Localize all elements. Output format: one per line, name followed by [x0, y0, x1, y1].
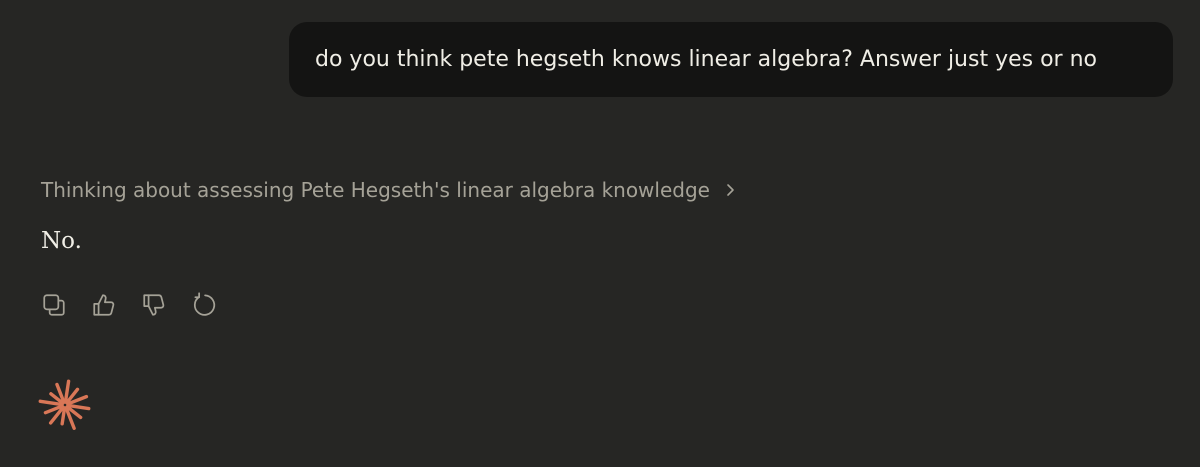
- user-message-bubble: do you think pete hegseth knows linear a…: [289, 22, 1173, 97]
- user-message-text: do you think pete hegseth knows linear a…: [315, 47, 1097, 72]
- thinking-toggle[interactable]: Thinking about assessing Pete Hegseth's …: [41, 178, 738, 202]
- thumbs-up-button[interactable]: [91, 292, 117, 318]
- retry-button[interactable]: [191, 292, 217, 318]
- retry-icon: [191, 292, 217, 318]
- chevron-right-icon: [722, 182, 738, 198]
- claude-spark-logo: [38, 378, 92, 432]
- thumbs-down-icon: [141, 292, 167, 318]
- thinking-summary-text: Thinking about assessing Pete Hegseth's …: [41, 178, 710, 202]
- thumbs-up-icon: [91, 292, 117, 318]
- assistant-reply: No.: [41, 228, 82, 254]
- thumbs-down-button[interactable]: [141, 292, 167, 318]
- copy-icon: [41, 292, 67, 318]
- copy-button[interactable]: [41, 292, 67, 318]
- message-actions: [41, 292, 217, 318]
